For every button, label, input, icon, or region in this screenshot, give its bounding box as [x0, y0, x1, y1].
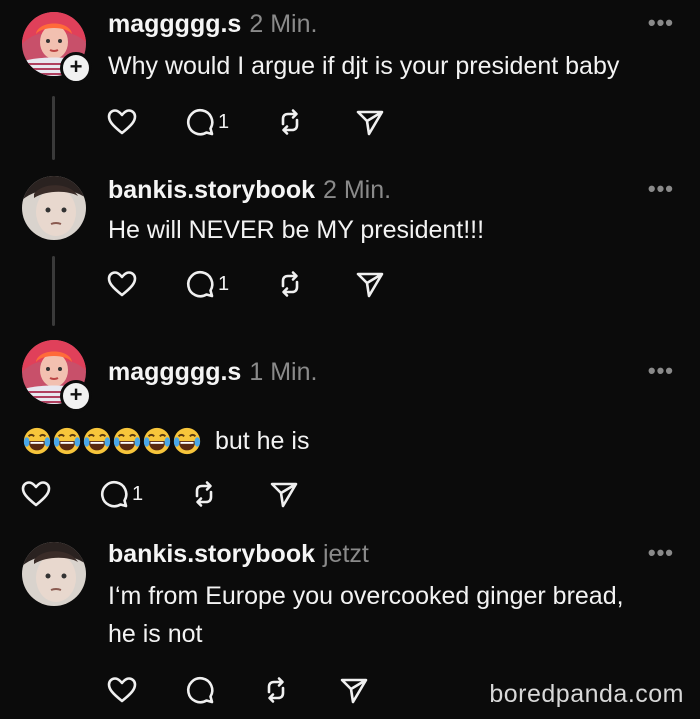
post-header: bankis.storybook jetzt [108, 540, 369, 569]
send-icon [354, 106, 386, 138]
heart-icon [106, 674, 138, 706]
heart-icon [106, 268, 138, 300]
avatar[interactable] [22, 176, 86, 240]
like-button[interactable] [106, 266, 138, 302]
repost-icon [274, 268, 306, 300]
laughing-tears-emoji-icon [172, 426, 202, 456]
repost-button[interactable] [274, 104, 306, 140]
follow-plus-icon[interactable]: + [60, 52, 92, 84]
avatar[interactable] [22, 542, 86, 606]
post-text: 😂😂😂😂😂😂 but he is [22, 422, 309, 459]
like-button[interactable] [106, 672, 138, 708]
reply-button[interactable] [184, 672, 216, 708]
username[interactable]: bankis.storybook [108, 176, 315, 204]
laughing-tears-emoji-icon [52, 426, 82, 456]
send-icon [354, 268, 386, 300]
repost-icon [188, 478, 220, 510]
more-icon[interactable]: ••• [648, 540, 674, 566]
comment-icon [98, 478, 130, 510]
heart-icon [106, 106, 138, 138]
follow-plus-icon[interactable]: + [60, 380, 92, 412]
repost-button[interactable] [188, 476, 220, 512]
like-button[interactable] [106, 104, 138, 140]
thread-line [52, 256, 55, 326]
timestamp: jetzt [323, 540, 369, 568]
timestamp: 1 Min. [249, 358, 318, 386]
reply-count: 1 [218, 272, 230, 295]
post-header: maggggg.s 1 Min. [108, 358, 317, 387]
repost-icon [274, 106, 306, 138]
more-icon[interactable]: ••• [648, 358, 674, 384]
timestamp: 2 Min. [323, 176, 392, 204]
timestamp: 2 Min. [249, 10, 318, 38]
post-actions: 1 [106, 266, 406, 302]
laughing-tears-emoji-icon [22, 426, 52, 456]
post-header: bankis.storybook 2 Min. [108, 176, 391, 205]
post-2: bankis.storybook 2 Min. ••• He will NEVER… [0, 170, 700, 338]
share-button[interactable] [354, 104, 386, 140]
post-actions [106, 672, 406, 708]
share-button[interactable] [268, 476, 300, 512]
reply-count: 1 [132, 482, 144, 505]
watermark: boredpanda.com [489, 680, 684, 708]
comment-icon [184, 674, 216, 706]
more-icon[interactable]: ••• [648, 10, 674, 36]
comment-icon [184, 268, 216, 300]
heart-icon [20, 478, 52, 510]
reply-count: 1 [218, 110, 230, 133]
repost-button[interactable] [274, 266, 306, 302]
comment-icon [184, 106, 216, 138]
laughing-tears-emoji-icon [112, 426, 142, 456]
send-icon [338, 674, 370, 706]
more-icon[interactable]: ••• [648, 176, 674, 202]
share-button[interactable] [338, 672, 370, 708]
laughing-tears-emoji-icon [142, 426, 172, 456]
username[interactable]: maggggg.s [108, 358, 241, 386]
send-icon [268, 478, 300, 510]
post-1: + maggggg.s 2 Min. ••• Why would I argue … [0, 0, 700, 170]
reply-button[interactable]: 1 [184, 104, 229, 140]
post-header: maggggg.s 2 Min. [108, 10, 317, 39]
like-button[interactable] [20, 476, 52, 512]
repost-button[interactable] [260, 672, 292, 708]
share-button[interactable] [354, 266, 386, 302]
reply-button[interactable]: 1 [98, 476, 143, 512]
username[interactable]: bankis.storybook [108, 540, 315, 568]
post-text-words: but he is [214, 427, 310, 456]
thread-line [52, 96, 55, 160]
laughing-tears-emoji-icon [82, 426, 112, 456]
repost-icon [260, 674, 292, 706]
reply-button[interactable]: 1 [184, 266, 229, 302]
post-text: Why would I argue if djt is your preside… [108, 52, 620, 80]
post-actions: 1 [106, 104, 406, 140]
post-text: He will NEVER be MY president!!! [108, 216, 485, 244]
post-text-line-1: I‘m from Europe you overcooked ginger br… [108, 582, 624, 610]
username[interactable]: maggggg.s [108, 10, 241, 38]
post-3: + maggggg.s 1 Min. ••• 😂😂😂😂😂😂 but he is 1 [0, 338, 700, 530]
post-text-line-2: he is not [108, 620, 203, 648]
post-actions: 1 [20, 476, 320, 512]
